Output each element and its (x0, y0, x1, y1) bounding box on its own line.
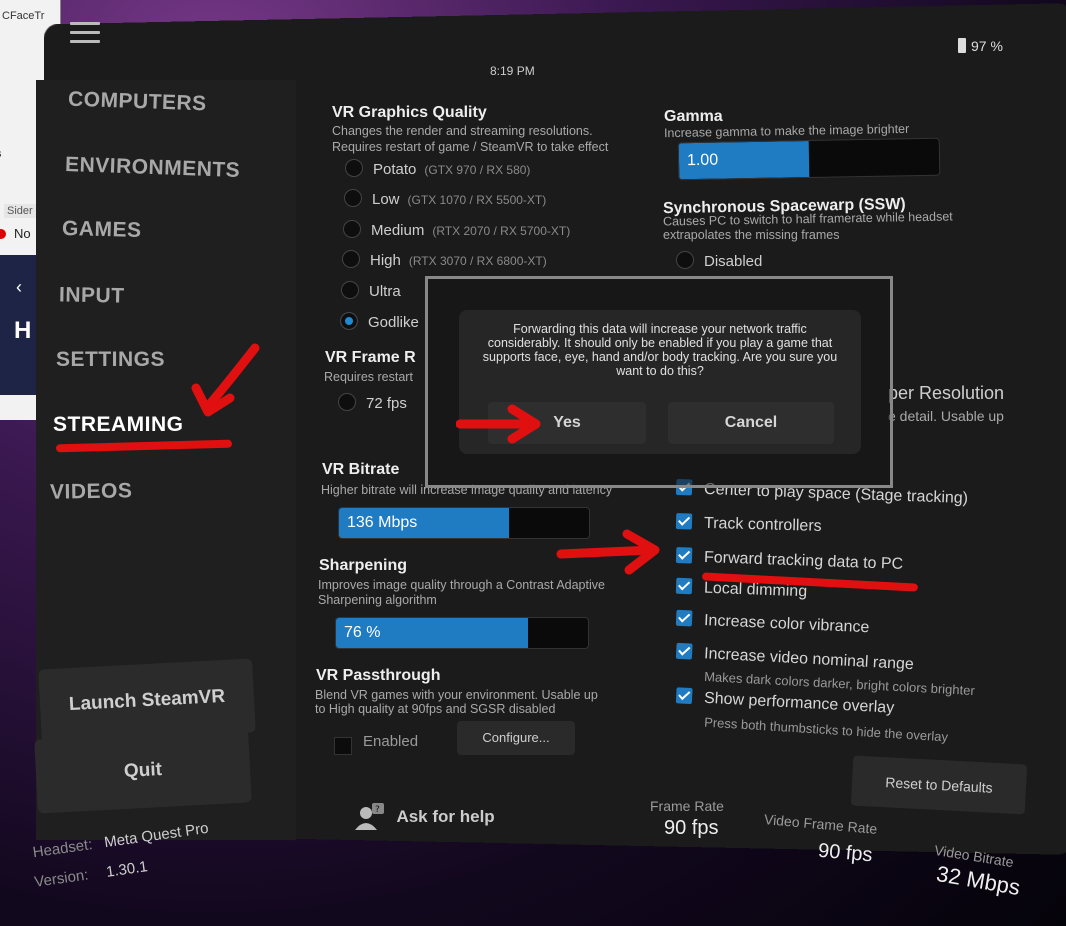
radio-hint: (GTX 970 / RX 580) (424, 163, 531, 177)
arrow-annotation-icon (456, 404, 541, 444)
radio-potato[interactable]: Potato (GTX 970 / RX 580) (345, 159, 530, 178)
passthrough-checkbox[interactable] (334, 737, 352, 755)
gamma-slider[interactable]: 1.00 (677, 137, 941, 181)
nav-computers[interactable]: COMPUTERS (68, 88, 207, 117)
checkbox-icon (675, 687, 693, 705)
radio-godlike[interactable]: Godlike (340, 312, 419, 331)
radio-label: Potato (373, 161, 417, 178)
radio-medium[interactable]: Medium (RTX 2070 / RX 5700-XT) (343, 220, 570, 239)
radio-icon (341, 281, 359, 299)
radio-ultra[interactable]: Ultra (341, 281, 401, 300)
gamma-slider-fill: 1.00 (678, 141, 810, 180)
framerate-desc: Requires restart (324, 370, 413, 384)
version-value: 1.30.1 (105, 858, 149, 881)
browser-search-chip: Sider (4, 204, 36, 218)
radio-label: Ultra (369, 283, 401, 300)
radio-label: Disabled (704, 253, 763, 270)
bitrate-slider[interactable]: 136 Mbps (338, 507, 590, 539)
sharpening-slider[interactable]: 76 % (335, 617, 589, 649)
radio-icon (338, 393, 356, 411)
graphics-desc-1: Changes the render and streaming resolut… (332, 124, 593, 138)
arrow-annotation-icon (191, 343, 260, 417)
radio-label: 72 fps (366, 395, 407, 412)
browser-tab-title: CFaceTr (2, 10, 45, 22)
graphics-desc-2: Requires restart of game / SteamVR to ta… (332, 140, 609, 154)
radio-selected-icon (340, 312, 358, 330)
checkbox-icon (675, 577, 693, 595)
nav-games[interactable]: GAMES (62, 217, 142, 243)
sharpening-title: Sharpening (319, 557, 408, 574)
cancel-button[interactable]: Cancel (668, 402, 834, 444)
quit-button[interactable]: Quit (34, 728, 252, 814)
super-resolution-label: per Resolution (888, 383, 1005, 403)
radio-label: High (370, 252, 401, 269)
radio-hint: (RTX 3070 / RX 6800-XT) (408, 254, 547, 268)
battery-status: 97 % (958, 38, 1003, 54)
help-label: Ask for help (396, 807, 495, 826)
ask-for-help-button[interactable]: ? Ask for help (352, 802, 495, 832)
passthrough-title: VR Passthrough (316, 667, 441, 684)
banner-heading: H (14, 317, 32, 344)
configure-button[interactable]: Configure... (457, 721, 575, 755)
browser-chip: s (0, 148, 2, 160)
checkbox-icon (675, 609, 693, 627)
nav-settings[interactable]: SETTINGS (56, 348, 165, 372)
version-key: Version: (33, 866, 90, 891)
bitrate-title: VR Bitrate (322, 461, 400, 478)
radio-label: Low (372, 191, 400, 208)
nav-input[interactable]: INPUT (59, 283, 125, 308)
super-resolution-desc: e detail. Usable up (888, 408, 1004, 424)
radio-hint: (GTX 1070 / RX 5500-XT) (407, 193, 547, 207)
record-dot-icon (0, 229, 6, 239)
sharpening-desc-2: Sharpening algorithm (318, 593, 437, 607)
checkbox-icon (675, 642, 693, 660)
radio-label: Medium (371, 222, 425, 239)
dialog-message: Forwarding this data will increase your … (482, 322, 838, 378)
sharpening-desc-1: Improves image quality through a Contras… (318, 578, 605, 592)
check-track-controllers[interactable]: Track controllers (675, 513, 822, 536)
radio-icon (342, 250, 360, 268)
browser-notif: No (14, 226, 31, 241)
battery-level: 97 % (971, 38, 1003, 54)
clock: 8:19 PM (490, 64, 535, 78)
radio-icon (344, 189, 362, 207)
radio-high[interactable]: High (RTX 3070 / RX 6800-XT) (342, 250, 547, 269)
checkbox-icon (675, 547, 693, 564)
video-frame-rate-value: 90 fps (817, 839, 874, 867)
gamma-title: Gamma (664, 108, 723, 125)
checkbox-label: Track controllers (703, 514, 822, 535)
ssw-desc-2: extrapolates the missing frames (663, 228, 840, 242)
checkbox-icon (675, 513, 693, 530)
back-icon: ‹ (16, 277, 22, 297)
svg-text:?: ? (375, 805, 380, 815)
framerate-title: VR Frame R (325, 349, 416, 366)
bitrate-slider-fill: 136 Mbps (339, 508, 509, 538)
radio-icon (343, 220, 361, 238)
radio-72fps[interactable]: 72 fps (338, 393, 407, 412)
menu-icon[interactable] (70, 22, 100, 44)
nav-videos[interactable]: VIDEOS (50, 479, 133, 504)
passthrough-desc-2: to High quality at 90fps and SGSR disabl… (315, 702, 556, 716)
arrow-annotation-icon (556, 529, 660, 575)
reset-defaults-button[interactable]: Reset to Defaults (850, 755, 1028, 815)
radio-hint: (RTX 2070 / RX 5700-XT) (432, 224, 571, 238)
help-person-icon: ? (355, 803, 384, 830)
radio-label: Godlike (368, 314, 419, 331)
passthrough-desc-1: Blend VR games with your environment. Us… (315, 688, 598, 702)
sharpening-slider-fill: 76 % (336, 618, 528, 648)
frame-rate-value: 90 fps (664, 817, 719, 839)
graphics-title: VR Graphics Quality (332, 104, 487, 121)
radio-icon (345, 159, 363, 177)
version-info: Version: 1.30.1 (33, 858, 148, 891)
radio-low[interactable]: Low (GTX 1070 / RX 5500-XT) (344, 189, 546, 208)
radio-ssw-disabled[interactable]: Disabled (676, 251, 762, 270)
frame-rate-label: Frame Rate (650, 798, 724, 814)
radio-icon (676, 251, 694, 269)
battery-icon (958, 38, 966, 53)
nav-streaming[interactable]: STREAMING (53, 413, 184, 437)
passthrough-enabled-label: Enabled (363, 733, 419, 750)
